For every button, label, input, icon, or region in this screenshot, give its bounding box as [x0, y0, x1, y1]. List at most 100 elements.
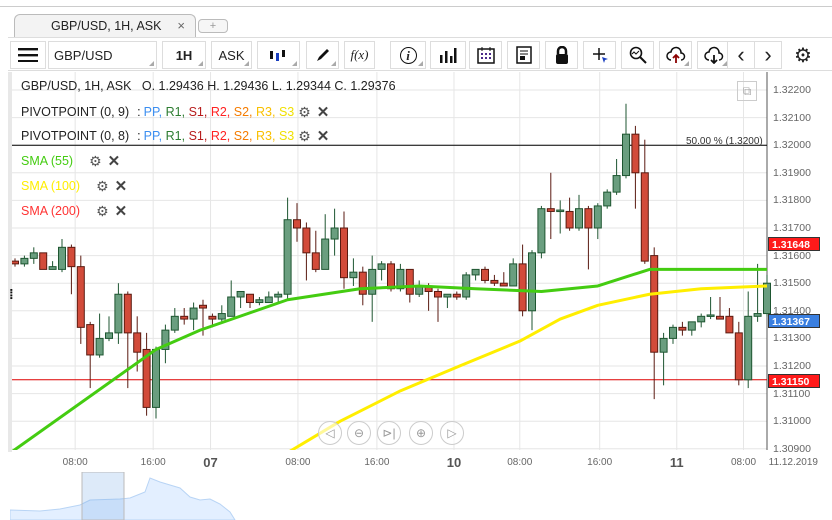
- pivot-item-r2: R2,: [210, 105, 234, 119]
- candle-down: [39, 252, 48, 270]
- candle-up: [189, 307, 198, 320]
- close-icon[interactable]: ✕: [108, 152, 121, 170]
- candle-down: [358, 271, 367, 295]
- time-tick-label: 10: [446, 455, 462, 470]
- fullscreen-button[interactable]: ⧉: [737, 81, 757, 101]
- candle-down: [302, 227, 311, 254]
- price-tick-label: 1.32200: [773, 84, 811, 96]
- candle-down: [180, 315, 189, 320]
- zoom-out-button[interactable]: ⊖: [347, 421, 371, 445]
- candle-up: [114, 293, 123, 334]
- gear-icon[interactable]: ⚙: [298, 128, 311, 145]
- candle-down: [387, 263, 395, 290]
- candle-up: [95, 337, 104, 356]
- candle-up: [227, 296, 236, 317]
- time-tick-label: 16:00: [364, 457, 390, 468]
- candle-down: [76, 266, 85, 328]
- candle-up: [29, 252, 38, 259]
- gear-icon[interactable]: ⚙: [298, 104, 311, 121]
- candle-up: [462, 274, 471, 298]
- pivot-item-s3: S3: [278, 129, 295, 143]
- close-icon[interactable]: ✕: [317, 127, 330, 145]
- price-tick-label: 1.31400: [773, 304, 811, 317]
- candle-up: [330, 227, 339, 240]
- candle-up: [744, 315, 753, 381]
- sma-label: SMA (100): [21, 179, 81, 193]
- time-tick-label: 11: [669, 455, 684, 470]
- scroll-back-button[interactable]: ◁: [318, 421, 342, 445]
- candle-up: [509, 263, 518, 287]
- gear-icon[interactable]: ⚙: [96, 203, 109, 220]
- time-tick-label: 11.12.2019: [768, 457, 818, 468]
- navigator[interactable]: [10, 472, 820, 520]
- pivot-item-r3: R3,: [256, 129, 279, 143]
- price-tick-label: 1.31500: [773, 277, 811, 290]
- pivot-item-s1: S1,: [188, 129, 211, 143]
- candle-down: [311, 252, 320, 270]
- candle-up: [593, 205, 602, 229]
- price-tick-label: 1.32000: [773, 139, 811, 152]
- candle-down: [481, 268, 489, 281]
- price-tick-label: 1.31700: [773, 222, 811, 234]
- candle-up: [58, 246, 66, 270]
- close-icon[interactable]: ✕: [317, 103, 330, 121]
- candle-up: [612, 175, 621, 193]
- close-icon[interactable]: ✕: [115, 202, 128, 220]
- candle-down: [565, 210, 574, 229]
- candle-up: [622, 133, 630, 177]
- gear-icon[interactable]: ⚙: [96, 178, 109, 195]
- gear-icon[interactable]: ⚙: [89, 153, 102, 170]
- pivot-item-s3: S3: [278, 105, 295, 119]
- pivot-legend-1: PIVOTPOINT (0, 9): PP, R1, S1, R2, S2, R3…: [21, 103, 330, 122]
- pivot-label: PIVOTPOINT (0, 9): [21, 105, 130, 119]
- candle-up: [283, 219, 292, 295]
- candle-up: [528, 252, 536, 312]
- pivot-items: PP, R1, S1, R2, S2, R3, S3: [144, 105, 295, 119]
- price-label-low: 1.31150: [768, 374, 820, 388]
- scroll-forward-button[interactable]: ▷: [440, 421, 464, 445]
- candle-down: [199, 304, 207, 309]
- candle-down: [490, 279, 499, 284]
- candle-up: [706, 314, 715, 317]
- candle-up: [48, 266, 57, 270]
- time-tick-label: 08:00: [507, 457, 533, 468]
- candle-down: [67, 246, 76, 268]
- pivot-label: PIVOTPOINT (0, 8): [21, 129, 130, 143]
- scroll-end-button[interactable]: ⊳|: [377, 421, 401, 445]
- time-tick-label: 08:00: [62, 457, 88, 468]
- price-tick-label: 1.32100: [773, 111, 811, 124]
- candle-down: [499, 282, 508, 287]
- candle-down: [405, 268, 414, 295]
- zoom-in-button[interactable]: ⊕: [409, 421, 433, 445]
- time-tick-label: 08:00: [730, 457, 757, 468]
- price-tick-label: 1.31900: [773, 166, 811, 179]
- candle-down: [434, 290, 442, 298]
- candle-up: [603, 191, 612, 207]
- candle-down: [734, 332, 743, 381]
- candle-down: [631, 133, 640, 174]
- pivot-item-pp: PP,: [143, 129, 166, 143]
- candle-down: [725, 315, 734, 334]
- ohlc-legend: GBP/USD, 1H, ASK O. 1.29436 H. 1.29436 L…: [21, 79, 396, 93]
- candle-down: [518, 263, 527, 312]
- candle-up: [537, 208, 546, 254]
- candle-up: [556, 209, 565, 213]
- price-tick-label: 1.31200: [773, 360, 811, 372]
- candle-up: [471, 268, 480, 276]
- left-panel-border: [8, 72, 12, 452]
- resize-handle-icon[interactable]: ⁞: [9, 286, 14, 302]
- candle-up: [443, 293, 452, 298]
- time-tick-label: 16:00: [140, 457, 166, 468]
- candle-down: [86, 324, 95, 356]
- candle-up: [349, 271, 358, 279]
- time-tick-label: 16:00: [587, 457, 613, 468]
- close-icon[interactable]: ✕: [115, 177, 128, 195]
- candle-up: [753, 313, 762, 317]
- price-tick-label: 1.30900: [773, 442, 811, 455]
- candle-up: [274, 293, 283, 298]
- pivot-item-s2: S2,: [233, 105, 256, 119]
- candle-up: [321, 238, 330, 270]
- navigator-window[interactable]: [81, 472, 125, 520]
- price-chart[interactable]: [0, 0, 832, 450]
- candle-up: [264, 296, 273, 304]
